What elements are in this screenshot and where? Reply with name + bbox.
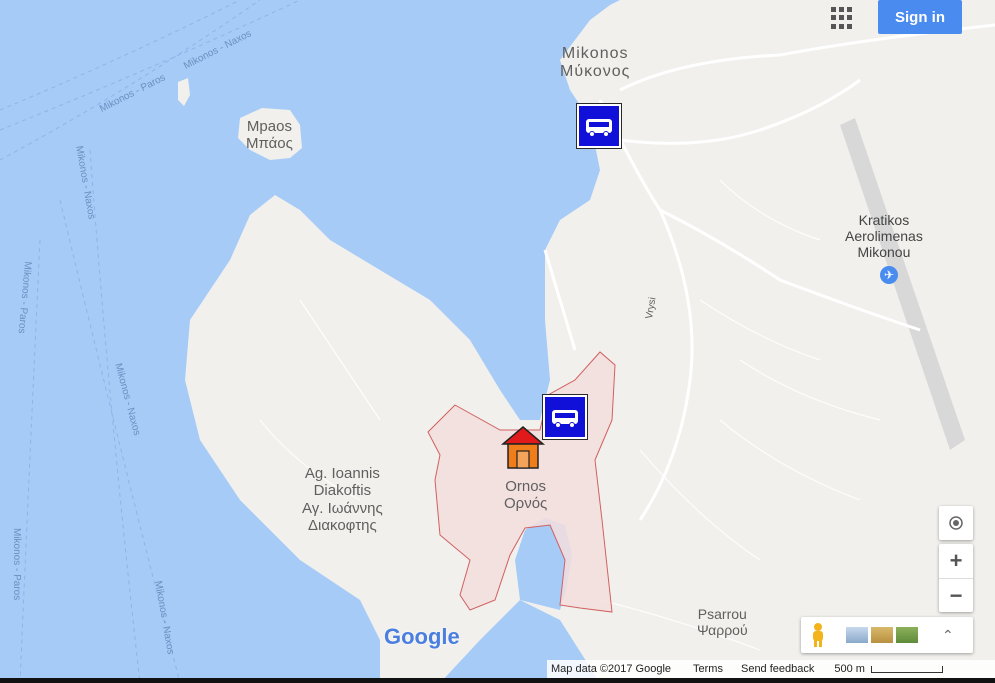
place-name-greek: Ορνός — [504, 495, 548, 513]
scale-label[interactable]: 500 m — [834, 663, 865, 675]
logo-text: Google — [384, 624, 460, 649]
my-location-button[interactable] — [939, 506, 973, 540]
chevron-up-icon[interactable]: ⌃ — [942, 627, 954, 644]
bus-icon — [552, 410, 578, 428]
scale-bar — [870, 665, 943, 673]
bus-stop-marker[interactable] — [577, 104, 621, 148]
zoom-in-button[interactable]: + — [939, 544, 973, 579]
terrain-thumbnail[interactable] — [846, 627, 868, 643]
place-name-latin: Psarrou — [697, 606, 747, 622]
place-label-ag-ioannis: Ag. Ioannis Diakoftis Αγ. Ιωάννης Διακοφ… — [302, 465, 383, 534]
map-footer: Map data ©2017 Google Terms Send feedbac… — [547, 660, 995, 678]
place-name-line: Aerolimenas — [845, 228, 923, 245]
place-name-latin: Mikonos — [561, 45, 629, 62]
place-name-line: Αγ. Ιωάννης — [302, 499, 383, 517]
map-canvas[interactable] — [0, 0, 995, 683]
sign-in-button[interactable]: Sign in — [878, 0, 962, 34]
place-name-greek: Ψαρρού — [697, 622, 748, 639]
send-feedback-link[interactable]: Send feedback — [741, 663, 814, 675]
zoom-out-button[interactable]: − — [939, 579, 973, 612]
place-name-greek: Μύκονος — [560, 63, 631, 81]
place-label-mpraos: Mpaos Μπάος — [246, 118, 293, 153]
place-label-ornos: Ornos Ορνός — [504, 478, 547, 513]
layers-panel: ⌃ — [801, 617, 973, 653]
place-label-mykonos: Mikonos Μύκονος — [560, 45, 630, 82]
place-label-psarrou: Psarrou Ψαρρού — [697, 606, 748, 638]
map-data-attribution: Map data ©2017 Google — [551, 663, 672, 675]
place-name-line: Mikonou — [857, 244, 911, 261]
bottom-border — [0, 678, 995, 683]
place-name-line: Ag. Ioannis — [304, 465, 380, 482]
bus-icon — [586, 119, 612, 137]
place-name-latin: Mpaos — [246, 118, 292, 135]
airport-icon[interactable]: ✈ — [880, 266, 898, 284]
place-name-line: Kratikos — [858, 212, 910, 228]
pegman-icon[interactable] — [810, 622, 826, 648]
apps-grid-icon[interactable] — [830, 6, 854, 30]
place-name-latin: Ornos — [505, 478, 547, 495]
earth-thumbnail[interactable] — [896, 627, 918, 643]
satellite-thumbnail[interactable] — [871, 627, 893, 643]
place-name-line: Diakoftis — [313, 482, 372, 500]
ferry-route-label: Mikonos - Paros — [11, 528, 22, 601]
house-marker-icon[interactable] — [500, 424, 546, 470]
bus-stop-marker[interactable] — [543, 395, 587, 439]
place-name-line: Διακοφτης — [308, 516, 377, 534]
zoom-controls: + − — [939, 544, 973, 612]
place-label-airport: Kratikos Aerolimenas Mikonou — [845, 212, 923, 260]
terms-link[interactable]: Terms — [693, 663, 723, 675]
crosshair-icon — [949, 516, 963, 530]
google-logo: Google — [384, 624, 460, 650]
place-name-greek: Μπάος — [246, 135, 293, 153]
